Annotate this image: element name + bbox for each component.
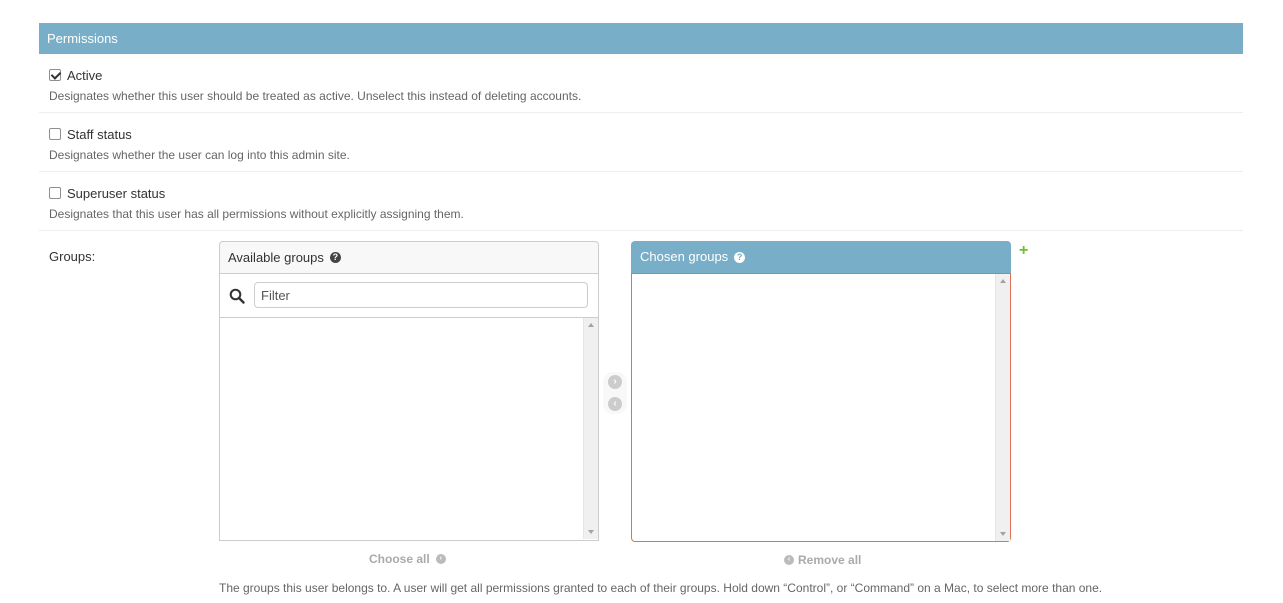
- chosen-groups-selector: Chosen groups ?: [631, 241, 1011, 543]
- scroll-up-arrow-icon[interactable]: [1000, 279, 1006, 283]
- arrow-right-icon: ›: [435, 554, 446, 564]
- staff-row: Staff status Designates whether the user…: [39, 113, 1243, 172]
- search-icon: [229, 288, 245, 304]
- available-groups-selector: Available groups ?: [219, 241, 599, 541]
- chosen-groups-title: Chosen groups ?: [631, 241, 1011, 273]
- chosen-groups-list[interactable]: [631, 273, 1011, 542]
- permissions-header: Permissions: [39, 23, 1243, 54]
- superuser-status-checkbox[interactable]: [49, 187, 61, 199]
- available-groups-scrollbar[interactable]: [583, 318, 598, 539]
- scroll-down-arrow-icon[interactable]: [1000, 532, 1006, 536]
- available-groups-title-text: Available groups: [228, 249, 324, 265]
- active-label[interactable]: Active: [67, 68, 102, 83]
- arrow-left-icon: ‹: [784, 555, 794, 565]
- chosen-groups-title-text: Chosen groups: [640, 249, 729, 264]
- active-checkbox[interactable]: [49, 69, 61, 81]
- scroll-down-arrow-icon[interactable]: [588, 530, 594, 534]
- groups-label: Groups:: [49, 249, 96, 264]
- available-groups-title: Available groups ?: [220, 242, 598, 274]
- staff-status-checkbox[interactable]: [49, 128, 61, 140]
- add-icon[interactable]: +: [1019, 242, 1028, 260]
- superuser-status-label[interactable]: Superuser status: [67, 186, 165, 201]
- superuser-row: Superuser status Designates that this us…: [39, 172, 1243, 231]
- groups-help: The groups this user belongs to. A user …: [219, 581, 1103, 595]
- chosen-groups-scrollbar[interactable]: [995, 274, 1010, 541]
- available-groups-list[interactable]: [220, 318, 598, 539]
- remove-selected-arrow-left-icon[interactable]: ‹: [608, 397, 622, 411]
- active-row: Active Designates whether this user shou…: [39, 54, 1243, 113]
- staff-status-help: Designates whether the user can log into…: [49, 148, 350, 162]
- choose-all-label[interactable]: Choose all: [369, 552, 430, 566]
- add-selected-arrow-right-icon[interactable]: ›: [608, 375, 622, 389]
- permissions-fieldset: Permissions Active Designates whether th…: [39, 23, 1243, 231]
- filter-input[interactable]: [254, 282, 588, 308]
- remove-all-link[interactable]: ‹ Remove all: [784, 553, 861, 567]
- selector-chooser: › ‹: [603, 372, 627, 414]
- remove-all-label[interactable]: Remove all: [798, 553, 861, 567]
- scroll-up-arrow-icon[interactable]: [588, 323, 594, 327]
- active-help: Designates whether this user should be t…: [49, 89, 582, 103]
- staff-status-label[interactable]: Staff status: [67, 127, 132, 142]
- help-icon[interactable]: ?: [734, 251, 746, 263]
- filter-row: [220, 274, 598, 318]
- help-icon[interactable]: ?: [329, 252, 341, 263]
- choose-all-link[interactable]: Choose all ›: [369, 552, 446, 566]
- superuser-status-help: Designates that this user has all permis…: [49, 207, 464, 221]
